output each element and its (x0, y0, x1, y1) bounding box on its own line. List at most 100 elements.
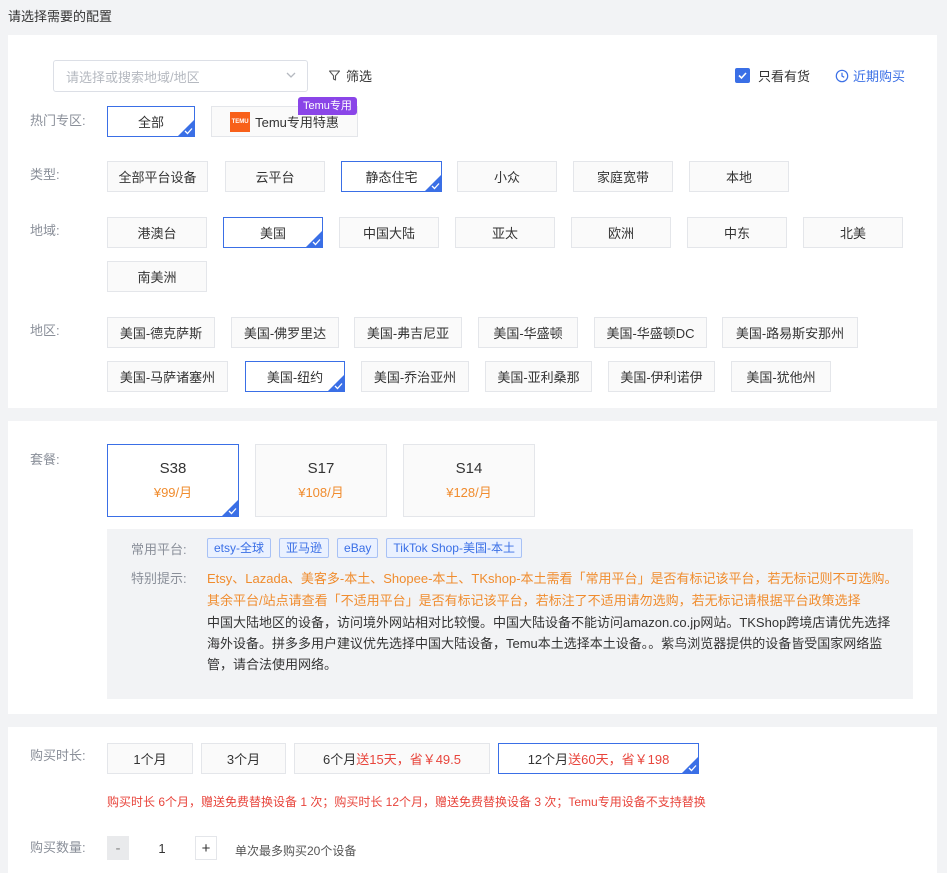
area-option-label: 美国-伊利诺伊 (620, 370, 703, 385)
geo-option-label: 中国大陆 (362, 226, 415, 241)
geo-option-label: 欧洲 (607, 226, 634, 241)
area-option-label: 美国-华盛顿DC (606, 326, 695, 341)
temu-logo-icon: TEMU (230, 111, 251, 132)
plan-label: 套餐: (30, 452, 60, 467)
geo-option-label: 南美洲 (137, 270, 177, 285)
type-option-selected[interactable]: 静态住宅 (341, 161, 442, 192)
platforms-label: 常用平台: (131, 542, 187, 557)
area-option[interactable]: 美国-华盛顿 (478, 317, 578, 348)
area-option-selected[interactable]: 美国-纽约 (245, 361, 345, 392)
area-option-label: 美国-华盛顿 (493, 326, 563, 341)
area-option-label: 美国-亚利桑那 (497, 370, 580, 385)
plan-name: S38 (159, 460, 187, 477)
type-option[interactable]: 小众 (457, 161, 557, 192)
geo-option-label: 美国 (259, 226, 286, 241)
type-option[interactable]: 本地 (689, 161, 789, 192)
type-option[interactable]: 云平台 (225, 161, 325, 192)
duration-promo-label: 送15天，省￥49.5 (356, 752, 461, 767)
duration-base-label: 12个月 (527, 752, 569, 767)
area-option-label: 美国-弗吉尼亚 (366, 326, 450, 341)
type-option[interactable]: 全部平台设备 (107, 161, 208, 192)
in-stock-checkbox[interactable] (735, 68, 750, 83)
hot-zone-option-label: 全部 (137, 115, 164, 130)
geo-option-selected[interactable]: 美国 (223, 217, 323, 248)
type-option-label: 小众 (493, 170, 520, 185)
selected-check-icon (688, 765, 697, 772)
quantity-limit-note: 单次最多购买20个设备 (235, 844, 357, 858)
plan-option-selected[interactable]: S38 ¥99/月 (107, 444, 239, 517)
tips-body-text: 中国大陆地区的设备，访问境外网站相对比较慢。中国大陆设备不能访问amazon.c… (207, 615, 891, 672)
recent-purchase-label: 近期购买 (853, 69, 906, 84)
page-title: 请选择需要的配置 (8, 9, 113, 24)
area-option[interactable]: 美国-弗吉尼亚 (354, 317, 462, 348)
selected-check-icon (431, 183, 440, 190)
geo-option[interactable]: 中东 (687, 217, 787, 248)
geo-option-label: 北美 (839, 226, 866, 241)
geo-option[interactable]: 北美 (803, 217, 903, 248)
hot-zone-option-all[interactable]: 全部 (107, 106, 195, 137)
area-option-label: 美国-纽约 (266, 370, 324, 385)
geo-label: 地域: (30, 223, 60, 238)
selected-check-icon (312, 239, 321, 246)
area-option[interactable]: 美国-马萨诸塞州 (107, 361, 228, 392)
duration-option[interactable]: 6个月 送15天，省￥49.5 (294, 743, 490, 774)
platform-tag: etsy-全球 (207, 538, 272, 558)
type-option-label: 静态住宅 (365, 170, 418, 185)
hot-zone-label: 热门专区: (30, 113, 86, 128)
area-option[interactable]: 美国-犹他州 (731, 361, 831, 392)
filter-label: 筛选 (346, 69, 373, 84)
geo-option-label: 亚太 (491, 226, 518, 241)
selected-check-icon (334, 383, 343, 390)
geo-option[interactable]: 港澳台 (107, 217, 207, 248)
plan-name: S14 (455, 460, 483, 477)
geo-option[interactable]: 南美洲 (107, 261, 207, 292)
plan-price: ¥128/月 (446, 485, 492, 500)
area-option[interactable]: 美国-佛罗里达 (231, 317, 339, 348)
geo-option[interactable]: 中国大陆 (339, 217, 439, 248)
area-option[interactable]: 美国-德克萨斯 (107, 317, 215, 348)
type-option-label: 全部平台设备 (118, 170, 197, 185)
area-option-label: 美国-犹他州 (746, 370, 816, 385)
duration-option[interactable]: 3个月 (201, 743, 286, 774)
funnel-icon (328, 70, 341, 81)
area-option-label: 美国-马萨诸塞州 (119, 370, 216, 385)
filter-button[interactable]: 筛选 (328, 66, 372, 85)
platform-tag: 亚马逊 (279, 538, 330, 558)
duration-base-label: 6个月 (323, 752, 357, 767)
platform-tag: eBay (337, 538, 379, 558)
plan-option[interactable]: S14 ¥128/月 (403, 444, 535, 517)
quantity-input[interactable]: 1 (129, 841, 195, 856)
in-stock-toggle[interactable]: 只看有货 (735, 66, 810, 85)
area-option[interactable]: 美国-亚利桑那 (485, 361, 592, 392)
type-option[interactable]: 家庭宽带 (573, 161, 673, 192)
check-icon (738, 72, 747, 80)
duration-note: 购买时长 6个月，赠送免费替换设备 1 次；购买时长 12个月，赠送免费替换设备… (107, 795, 706, 809)
duration-label: 购买时长: (30, 748, 86, 763)
plan-price: ¥99/月 (153, 485, 193, 500)
platform-tags: etsy-全球 亚马逊 eBay TikTok Shop-美国-本土 (207, 538, 522, 558)
quantity-plus-button[interactable]: + (195, 836, 217, 860)
recent-purchase-link[interactable]: 近期购买 (835, 66, 905, 85)
area-option[interactable]: 美国-路易斯安那州 (722, 317, 858, 348)
area-option[interactable]: 美国-乔治亚州 (361, 361, 469, 392)
clock-icon (835, 69, 849, 82)
area-label: 地区: (30, 323, 60, 338)
temu-exclusive-badge: Temu专用 (298, 97, 357, 115)
plan-name: S17 (307, 460, 335, 477)
type-option-label: 云平台 (255, 170, 295, 185)
tips-warning-line-2: 其余平台/站点请查看「不适用平台」是否有标记该平台，若标注了不适用请勿选购，若无… (207, 593, 861, 608)
geo-option[interactable]: 欧洲 (571, 217, 671, 248)
quantity-stepper: - 1 + (107, 836, 217, 860)
tips-warning-line-1: Etsy、Lazada、美客多-本土、Shopee-本土、TKshop-本土需看… (207, 571, 898, 586)
area-option[interactable]: 美国-伊利诺伊 (608, 361, 715, 392)
plan-price: ¥108/月 (298, 485, 344, 500)
region-search-select[interactable]: 请选择或搜索地域/地区 (53, 60, 308, 92)
purchase-card: 购买时长: 1个月 3个月 6个月 送15天，省￥49.5 12个月 送60天，省￥… (8, 727, 937, 873)
quantity-minus-button[interactable]: - (107, 836, 129, 860)
area-option[interactable]: 美国-华盛顿DC (594, 317, 707, 348)
duration-base-label: 1个月 (133, 752, 167, 767)
duration-option-selected[interactable]: 12个月 送60天，省￥198 (498, 743, 699, 774)
duration-option[interactable]: 1个月 (107, 743, 193, 774)
geo-option[interactable]: 亚太 (455, 217, 555, 248)
plan-option[interactable]: S17 ¥108/月 (255, 444, 387, 517)
